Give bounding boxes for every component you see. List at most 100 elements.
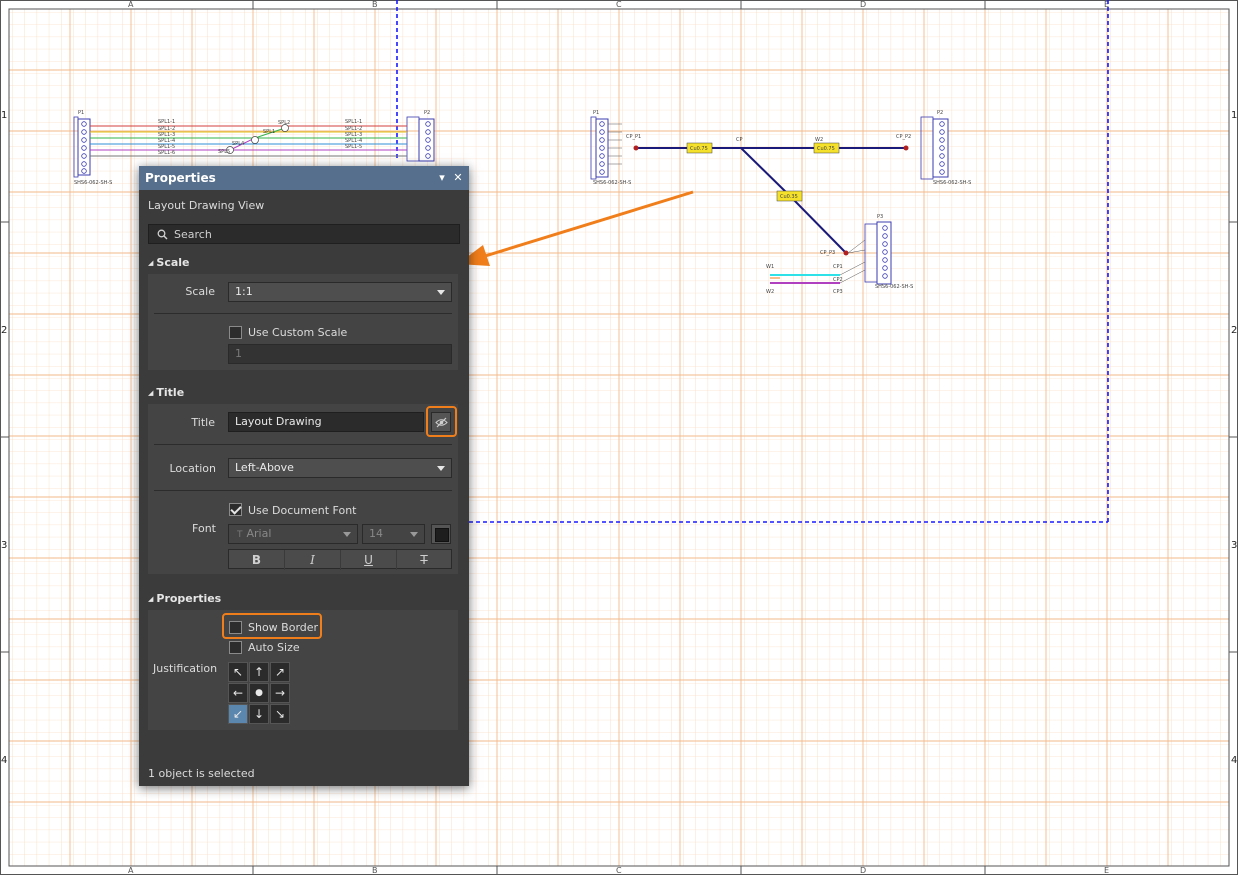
visibility-highlight [426, 406, 457, 437]
justification-label: Justification [153, 662, 218, 675]
row-label-3: 3 [1, 540, 7, 551]
right-cp1-label: CP1 [833, 264, 843, 270]
format-toolbar: B I U T [228, 549, 452, 570]
justify-top-left[interactable]: ↖ [228, 662, 248, 682]
chevron-down-icon [437, 466, 445, 471]
use-document-font-checkbox[interactable] [229, 503, 242, 516]
splice-label-1: SPL1 [263, 129, 275, 135]
splice-label-5: SPL5 [218, 149, 230, 155]
justify-bottom-center[interactable]: ↓ [249, 704, 269, 724]
properties-panel[interactable]: Properties ▾ ✕ Layout Drawing View Searc… [139, 166, 469, 786]
collapse-triangle-icon: ◢ [148, 595, 154, 603]
left-p2-name: P2 [424, 110, 430, 116]
separator [154, 444, 452, 445]
bold-button[interactable]: B [229, 550, 285, 570]
left-p1-part: SHS6-062-SH-S [74, 180, 112, 186]
underline-button[interactable]: U [341, 550, 397, 570]
font-family-value: Arial [246, 527, 272, 540]
location-dropdown[interactable]: Left-Above [228, 458, 452, 478]
scale-section-header[interactable]: ◢ Scale [148, 256, 190, 269]
search-box[interactable]: Search [148, 224, 460, 244]
search-icon [157, 229, 168, 240]
right-w2-label: W2 [815, 137, 823, 143]
right-p2-name: P2 [937, 110, 943, 116]
row-label-2: 2 [1, 325, 7, 336]
chevron-down-icon [410, 532, 418, 537]
scale-section-title: Scale [156, 256, 190, 269]
justify-center-right[interactable]: → [270, 683, 290, 703]
search-input[interactable]: Search [174, 228, 212, 241]
strikethrough-button[interactable]: T [397, 550, 451, 570]
justify-top-center[interactable]: ↑ [249, 662, 269, 682]
title-section-title: Title [156, 386, 185, 399]
column-label-a: A [128, 0, 134, 9]
justify-center-left[interactable]: ← [228, 683, 248, 703]
right-cp2-label: CP2 [833, 277, 843, 283]
bundle-label-1: Cu0.75 [690, 146, 708, 152]
justify-center[interactable]: ● [249, 683, 269, 703]
auto-size-checkbox[interactable] [229, 641, 242, 654]
column-label-e-bottom: E [1104, 866, 1109, 875]
font-type-icon: T [237, 530, 243, 540]
right-p1-part: SHS6-062-SH-S [593, 180, 631, 186]
properties-section-header[interactable]: ◢ Properties [148, 592, 221, 605]
collapse-triangle-icon: ◢ [148, 259, 154, 267]
auto-size-label: Auto Size [248, 641, 300, 654]
right-w1-label: W1 [766, 264, 774, 270]
chevron-down-icon [437, 290, 445, 295]
row-label-1-right: 1 [1231, 110, 1237, 121]
justification-grid: ↖ ↑ ↗ ← ● → ↙ ↓ ↘ [228, 662, 290, 724]
location-label: Location [169, 462, 216, 475]
custom-scale-checkbox[interactable] [229, 326, 242, 339]
title-label: Title [191, 416, 215, 429]
show-border-highlight [222, 613, 322, 639]
right-p3-name: P3 [877, 214, 883, 220]
use-document-font-label: Use Document Font [248, 504, 357, 517]
title-section-header[interactable]: ◢ Title [148, 386, 184, 399]
panel-title: Properties [145, 171, 216, 185]
separator [154, 313, 452, 314]
splice-label-2: SPL2 [278, 120, 290, 126]
bundle-label-2: Cu0.75 [817, 146, 835, 152]
left-wire-label-6: SPL1-6 [158, 150, 175, 156]
column-label-c-bottom: C [616, 866, 622, 875]
right-cp-p1-label: CP_P1 [626, 134, 641, 140]
row-label-1: 1 [1, 110, 7, 121]
chevron-down-icon [343, 532, 351, 537]
panel-menu-dropdown-icon[interactable]: ▾ [435, 170, 449, 186]
column-label-d-bottom: D [860, 866, 866, 875]
panel-titlebar[interactable]: Properties ▾ ✕ [139, 166, 469, 190]
row-label-3-right: 3 [1231, 540, 1237, 551]
right-w2-small-label: W2 [766, 289, 774, 295]
right-cp3-label: CP3 [833, 289, 843, 295]
close-icon[interactable]: ✕ [451, 170, 465, 186]
bundle-label-3: Cu0.35 [780, 194, 798, 200]
right-cp-p3-label: CP_P3 [820, 250, 835, 256]
custom-scale-input[interactable]: 1 [228, 344, 452, 364]
custom-scale-label: Use Custom Scale [248, 326, 348, 339]
properties-section-title: Properties [156, 592, 222, 605]
separator [154, 490, 452, 491]
font-label: Font [192, 522, 216, 535]
italic-button[interactable]: I [285, 550, 341, 570]
collapse-triangle-icon: ◢ [148, 389, 154, 397]
font-color-picker[interactable] [431, 524, 451, 544]
title-input[interactable]: Layout Drawing [228, 412, 424, 432]
left-wire-label-5b: SPL1-5 [345, 144, 362, 150]
location-value: Left-Above [235, 461, 294, 474]
justify-bottom-left[interactable]: ↙ [228, 704, 248, 724]
font-color-swatch [435, 528, 449, 542]
row-label-4: 4 [1, 755, 7, 766]
panel-subtitle: Layout Drawing View [148, 199, 265, 212]
right-p2-part: SHS6-062-SH-S [933, 180, 971, 186]
font-size-dropdown[interactable]: 14 [362, 524, 425, 544]
scale-label: Scale [185, 285, 215, 298]
column-label-b: B [372, 0, 378, 9]
font-family-dropdown[interactable]: T Arial [228, 524, 358, 544]
scale-dropdown[interactable]: 1:1 [228, 282, 452, 302]
selection-status: 1 object is selected [148, 767, 255, 780]
right-cp-p2-label: CP_P2 [896, 134, 911, 140]
justify-top-right[interactable]: ↗ [270, 662, 290, 682]
justify-bottom-right[interactable]: ↘ [270, 704, 290, 724]
row-label-2-right: 2 [1231, 325, 1237, 336]
